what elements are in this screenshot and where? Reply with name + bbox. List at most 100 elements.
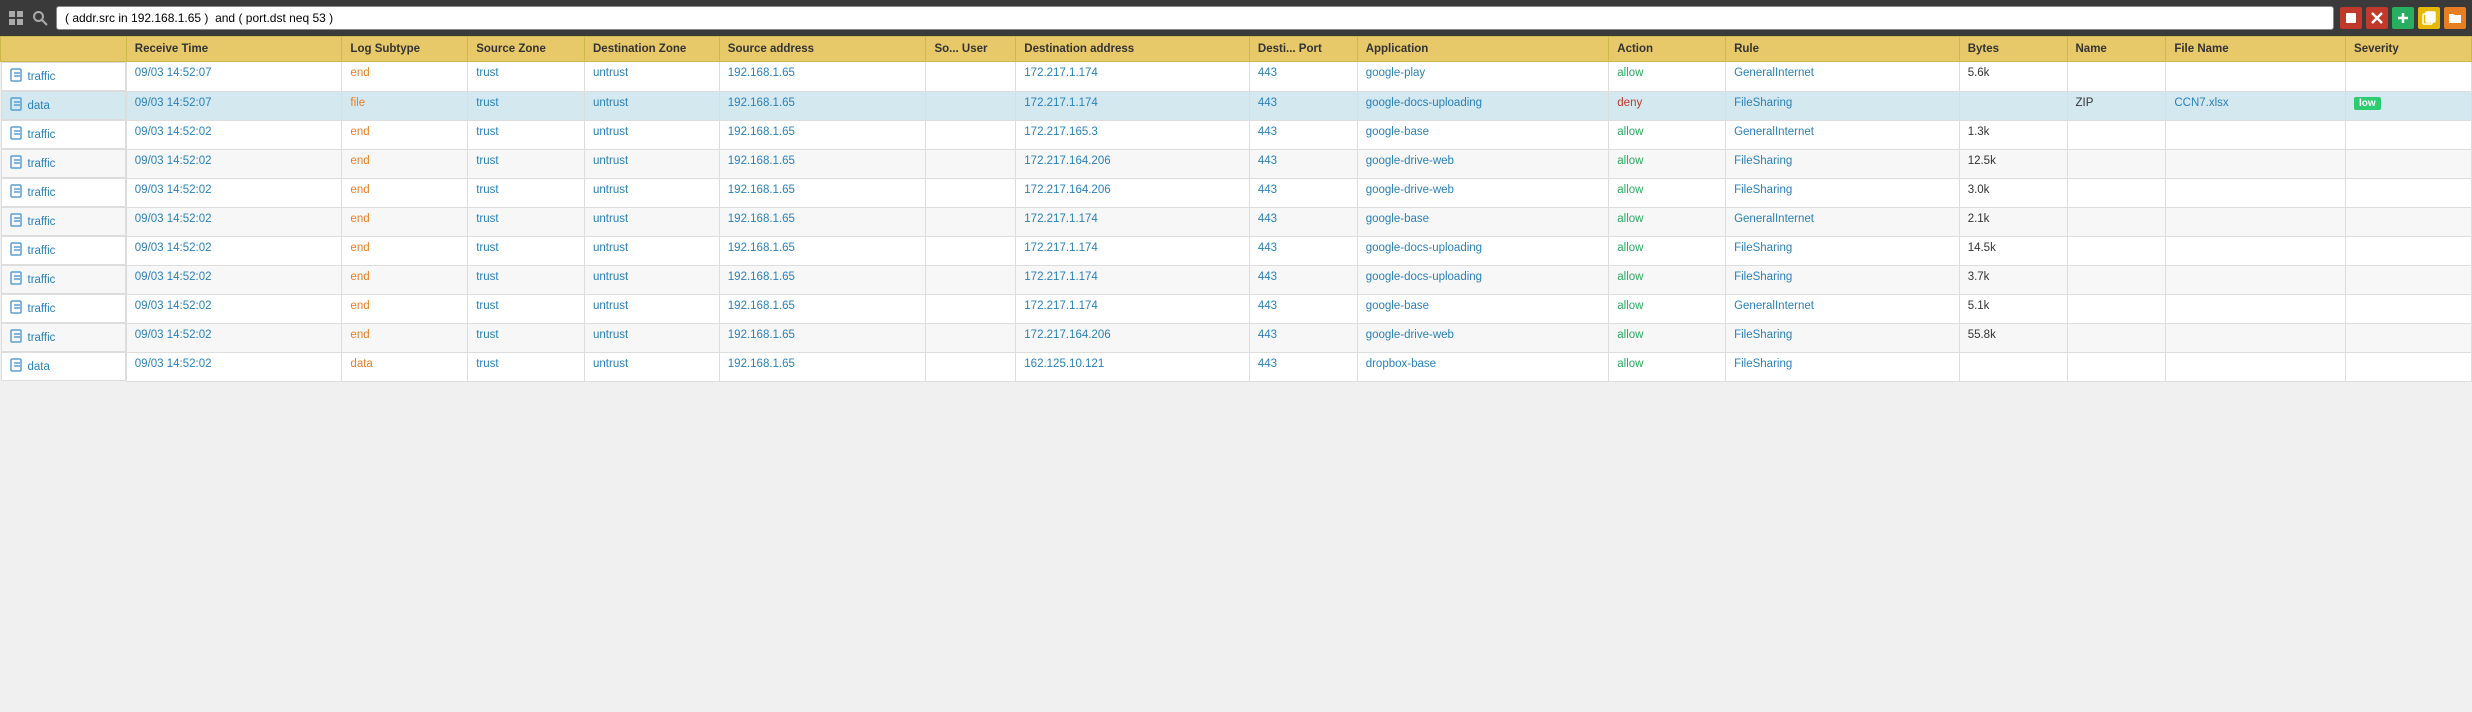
action-cell: deny (1609, 91, 1726, 120)
logtype-text: traffic (28, 245, 56, 257)
row-icon[interactable] (10, 329, 24, 346)
dstzone-cell: untrust (585, 120, 720, 149)
table-row: traffic09/03 14:52:02endtrustuntrust192.… (1, 149, 2472, 178)
severity-cell (2346, 120, 2472, 149)
dstzone-cell: untrust (585, 294, 720, 323)
stop-icon-btn[interactable] (2340, 7, 2362, 29)
severity-cell (2346, 352, 2472, 381)
rule-cell: FileSharing (1726, 352, 1960, 381)
dstport-cell: 443 (1249, 265, 1357, 294)
search-input-wrapper[interactable] (56, 6, 2334, 30)
col-header-dstzone[interactable]: Destination Zone (585, 37, 720, 62)
col-header-dstaddr[interactable]: Destination address (1016, 37, 1250, 62)
row-icon[interactable] (10, 126, 24, 143)
dstport-cell: 443 (1249, 294, 1357, 323)
srcaddr-cell: 192.168.1.65 (719, 294, 926, 323)
row-icon[interactable] (10, 155, 24, 172)
filename-cell (2166, 62, 2346, 92)
table-row: traffic09/03 14:52:02endtrustuntrust192.… (1, 120, 2472, 149)
subtype-cell: data (342, 352, 468, 381)
souser-cell (926, 294, 1016, 323)
row-icon[interactable] (10, 97, 24, 114)
dstaddr-cell: 172.217.165.3 (1016, 120, 1250, 149)
search-input[interactable] (65, 11, 2325, 25)
logtype-cell: traffic (1, 294, 126, 323)
rule-cell: FileSharing (1726, 323, 1960, 352)
rcvtime-cell: 09/03 14:52:07 (126, 91, 342, 120)
action-cell: allow (1609, 323, 1726, 352)
col-header-action[interactable]: Action (1609, 37, 1726, 62)
rule-cell: FileSharing (1726, 178, 1960, 207)
col-header-logtype[interactable] (1, 37, 127, 62)
col-header-app[interactable]: Application (1357, 37, 1609, 62)
subtype-cell: end (342, 62, 468, 92)
srcaddr-cell: 192.168.1.65 (719, 91, 926, 120)
souser-cell (926, 149, 1016, 178)
souser-cell (926, 352, 1016, 381)
dstzone-cell: untrust (585, 62, 720, 92)
bytes-cell: 1.3k (1959, 120, 2067, 149)
search-icons-right (2340, 7, 2466, 29)
srczone-cell: trust (468, 149, 585, 178)
app-cell: google-drive-web (1357, 149, 1609, 178)
col-header-subtype[interactable]: Log Subtype (342, 37, 468, 62)
filename-cell (2166, 149, 2346, 178)
row-icon[interactable] (10, 184, 24, 201)
col-header-name[interactable]: Name (2067, 37, 2166, 62)
col-header-rule[interactable]: Rule (1726, 37, 1960, 62)
row-icon[interactable] (10, 271, 24, 288)
action-cell: allow (1609, 294, 1726, 323)
app-cell: google-drive-web (1357, 323, 1609, 352)
dstport-cell: 443 (1249, 352, 1357, 381)
folder-icon-btn[interactable] (2444, 7, 2466, 29)
bytes-cell: 55.8k (1959, 323, 2067, 352)
table-row: traffic09/03 14:52:02endtrustuntrust192.… (1, 178, 2472, 207)
srcaddr-cell: 192.168.1.65 (719, 62, 926, 92)
action-cell: allow (1609, 120, 1726, 149)
logtype-cell: traffic (1, 149, 126, 178)
col-header-srcaddr[interactable]: Source address (719, 37, 926, 62)
row-icon[interactable] (10, 68, 24, 85)
dstaddr-cell: 172.217.1.174 (1016, 236, 1250, 265)
col-header-rcvtime[interactable]: Receive Time (126, 37, 342, 62)
close-icon-btn[interactable] (2366, 7, 2388, 29)
action-cell: allow (1609, 236, 1726, 265)
copy-icon-btn[interactable] (2418, 7, 2440, 29)
col-header-souser[interactable]: So... User (926, 37, 1016, 62)
name-cell (2067, 62, 2166, 92)
app-cell: google-docs-uploading (1357, 265, 1609, 294)
app-cell: google-base (1357, 120, 1609, 149)
filename-cell (2166, 352, 2346, 381)
col-header-bytes[interactable]: Bytes (1959, 37, 2067, 62)
grid-icon[interactable] (6, 8, 26, 28)
rule-cell: GeneralInternet (1726, 120, 1960, 149)
col-header-dstport[interactable]: Desti... Port (1249, 37, 1357, 62)
logtype-cell: traffic (1, 62, 126, 91)
action-cell: allow (1609, 207, 1726, 236)
row-icon[interactable] (10, 213, 24, 230)
srcaddr-cell: 192.168.1.65 (719, 207, 926, 236)
severity-cell (2346, 62, 2472, 92)
dstaddr-cell: 172.217.1.174 (1016, 207, 1250, 236)
table-row: traffic09/03 14:52:07endtrustuntrust192.… (1, 62, 2472, 92)
row-icon[interactable] (10, 300, 24, 317)
col-header-severity[interactable]: Severity (2346, 37, 2472, 62)
logtype-cell: traffic (1, 236, 126, 265)
search-icons-left (6, 8, 50, 28)
dstport-cell: 443 (1249, 178, 1357, 207)
col-header-filename[interactable]: File Name (2166, 37, 2346, 62)
name-cell (2067, 352, 2166, 381)
bytes-cell: 5.1k (1959, 294, 2067, 323)
dstzone-cell: untrust (585, 236, 720, 265)
add-icon-btn[interactable] (2392, 7, 2414, 29)
row-icon[interactable] (10, 242, 24, 259)
col-header-srczone[interactable]: Source Zone (468, 37, 585, 62)
dstport-cell: 443 (1249, 236, 1357, 265)
name-cell (2067, 120, 2166, 149)
souser-cell (926, 178, 1016, 207)
srcaddr-cell: 192.168.1.65 (719, 323, 926, 352)
dstzone-cell: untrust (585, 352, 720, 381)
subtype-cell: end (342, 323, 468, 352)
row-icon[interactable] (10, 358, 24, 375)
search-icon[interactable] (30, 8, 50, 28)
